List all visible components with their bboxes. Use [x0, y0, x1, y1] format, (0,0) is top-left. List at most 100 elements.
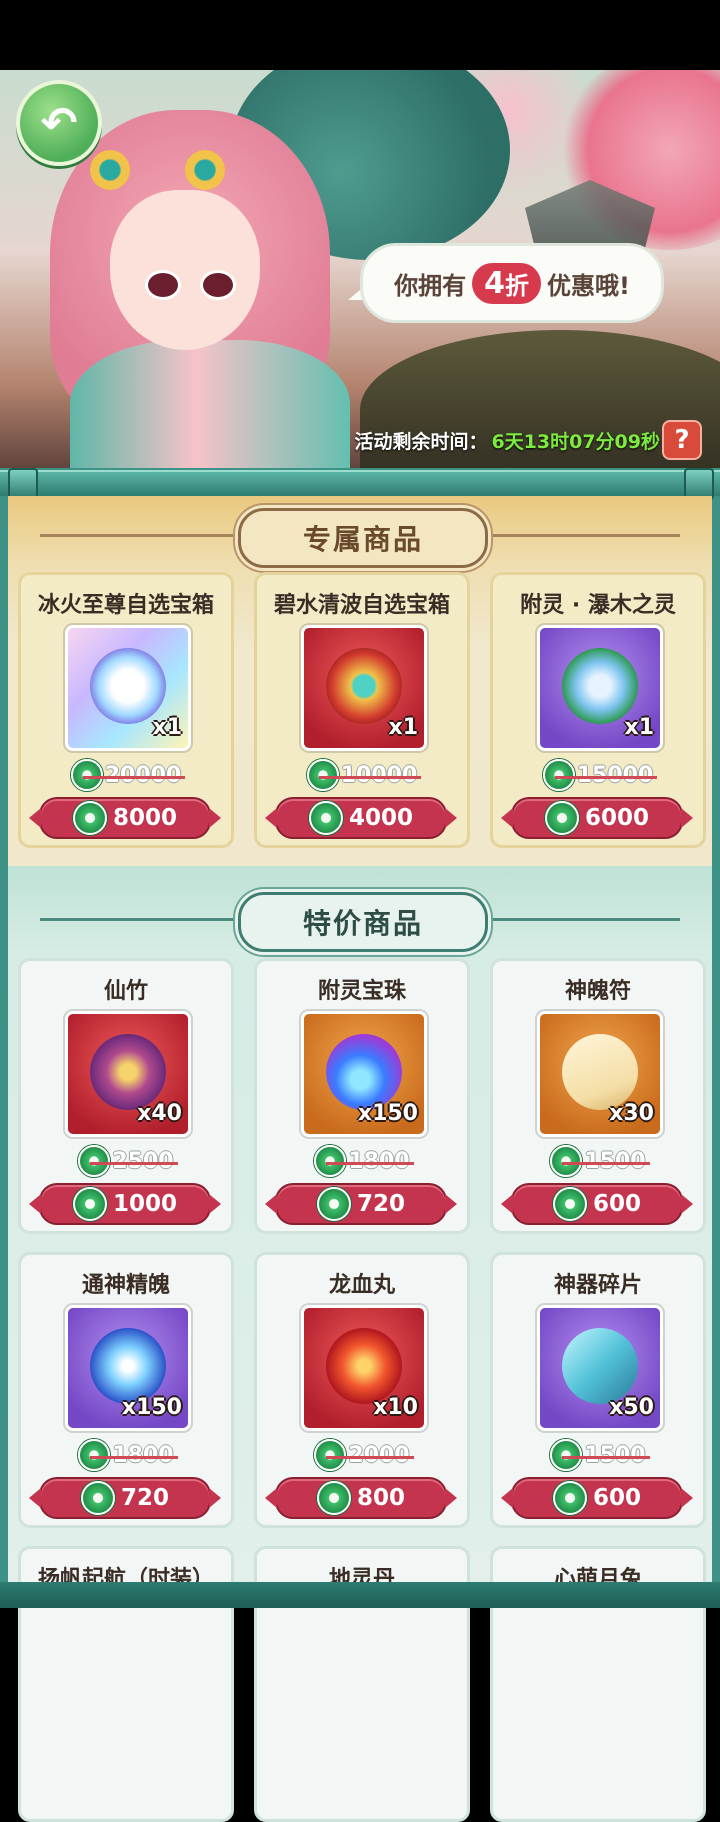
- exclusive-section-title: 专属商品: [238, 508, 488, 568]
- product-name: 附灵 · 瀑木之灵: [520, 593, 676, 618]
- product-name: 神器碎片: [553, 1273, 642, 1298]
- original-price: 1800: [257, 1145, 467, 1177]
- product-quantity: x40: [137, 1101, 182, 1126]
- product-icon-frame[interactable]: x40: [65, 1011, 191, 1137]
- product-card[interactable]: 附灵 · 瀑木之灵 x1 15000 6000: [490, 572, 706, 848]
- wood-spirit-icon: [562, 648, 638, 724]
- original-price-value: 1800: [326, 1148, 414, 1174]
- blue-soul-orb-icon: [90, 1328, 166, 1404]
- original-price: 1800: [21, 1439, 231, 1471]
- product-card[interactable]: 仙竹 x40 2500 1000: [18, 958, 234, 1234]
- hair-ornament-icon: [90, 150, 130, 190]
- buy-button[interactable]: 720: [265, 1183, 457, 1225]
- product-icon-frame[interactable]: x1: [301, 625, 427, 751]
- frame-bottom-bar: [0, 1582, 720, 1608]
- product-name: 龙血丸: [328, 1273, 395, 1298]
- talisman-scroll-icon: [562, 1034, 638, 1110]
- buy-button[interactable]: 8000: [29, 797, 221, 839]
- section-divider: [480, 534, 680, 537]
- original-price-value: 20000: [82, 762, 185, 788]
- original-price-value: 1800: [90, 1442, 178, 1468]
- product-icon-frame[interactable]: x50: [537, 1305, 663, 1431]
- product-icon-frame[interactable]: x1: [65, 625, 191, 751]
- discount-unit: 折: [504, 271, 529, 300]
- price-value: 600: [592, 1191, 641, 1217]
- jade-currency-icon: [72, 801, 107, 835]
- product-card[interactable]: 附灵宝珠 x150 1800 720: [254, 958, 470, 1234]
- event-timer: 活动剩余时间： 6天13时07分09秒: [330, 425, 660, 455]
- original-price: 1500: [493, 1439, 703, 1471]
- product-card[interactable]: 龙血丸 x10 2000 800: [254, 1252, 470, 1528]
- product-name: 神魄符: [564, 979, 631, 1004]
- product-name: 附灵宝珠: [317, 979, 406, 1004]
- section-divider: [480, 918, 680, 921]
- buy-button[interactable]: 800: [265, 1477, 457, 1519]
- product-card[interactable]: 冰火至尊自选宝箱 x1 20000 8000: [18, 572, 234, 848]
- jade-currency-icon: [544, 801, 579, 835]
- original-price: 20000: [21, 759, 231, 791]
- price-value: 8000: [112, 805, 177, 831]
- product-card[interactable]: 通神精魄 x150 1800 720: [18, 1252, 234, 1528]
- back-arrow-icon: ↶: [40, 97, 78, 149]
- timer-label: 活动剩余时间：: [354, 430, 488, 453]
- original-price: 2000: [257, 1439, 467, 1471]
- product-quantity: x1: [152, 715, 183, 740]
- jade-currency-icon: [316, 1187, 351, 1221]
- dragon-blood-pill-icon: [326, 1328, 402, 1404]
- original-price: 15000: [493, 759, 703, 791]
- product-quantity: x30: [609, 1101, 654, 1126]
- price-value: 800: [356, 1485, 405, 1511]
- product-quantity: x50: [609, 1395, 654, 1420]
- buy-button[interactable]: 600: [501, 1477, 693, 1519]
- product-icon-frame[interactable]: x10: [301, 1305, 427, 1431]
- character-eye: [145, 270, 181, 300]
- original-price: 2500: [21, 1145, 231, 1177]
- jade-currency-icon: [72, 1187, 107, 1221]
- buy-button[interactable]: 6000: [501, 797, 693, 839]
- product-quantity: x150: [357, 1101, 418, 1126]
- silver-chest-icon: [90, 648, 166, 724]
- product-name: 通神精魄: [81, 1273, 170, 1298]
- price-value: 720: [120, 1485, 169, 1511]
- original-price-value: 1500: [562, 1148, 650, 1174]
- buy-button[interactable]: 600: [501, 1183, 693, 1225]
- hair-ornament-icon: [185, 150, 225, 190]
- discount-number: 4: [484, 265, 505, 301]
- price-value: 600: [592, 1485, 641, 1511]
- back-button[interactable]: ↶: [16, 80, 102, 166]
- product-icon-frame[interactable]: x30: [537, 1011, 663, 1137]
- product-card[interactable]: 碧水清波自选宝箱 x1 10000 4000: [254, 572, 470, 848]
- product-name: 冰火至尊自选宝箱: [37, 593, 214, 618]
- product-card[interactable]: 神魄符 x30 1500 600: [490, 958, 706, 1234]
- jade-currency-icon: [316, 1481, 351, 1515]
- product-name: 碧水清波自选宝箱: [273, 593, 450, 618]
- buy-button[interactable]: 720: [29, 1477, 221, 1519]
- bubble-prefix: 你拥有: [394, 271, 467, 300]
- discount-badge: 4 折: [472, 262, 541, 304]
- character-eye: [200, 270, 236, 300]
- price-value: 4000: [348, 805, 413, 831]
- product-icon-frame[interactable]: x150: [65, 1305, 191, 1431]
- character-robe: [70, 340, 350, 475]
- buy-button[interactable]: 1000: [29, 1183, 221, 1225]
- original-price: 1500: [493, 1145, 703, 1177]
- product-name: 仙竹: [103, 979, 148, 1004]
- bubble-suffix: 优惠哦!: [546, 271, 630, 300]
- original-price: 10000: [257, 759, 467, 791]
- buy-button[interactable]: 4000: [265, 797, 457, 839]
- frame-top-bar: [0, 470, 720, 496]
- jade-currency-icon: [80, 1481, 115, 1515]
- special-section-title: 特价商品: [238, 892, 488, 952]
- help-button[interactable]: ?: [662, 420, 702, 460]
- product-card[interactable]: 神器碎片 x50 1500 600: [490, 1252, 706, 1528]
- jade-currency-icon: [552, 1187, 587, 1221]
- product-icon-frame[interactable]: x150: [301, 1011, 427, 1137]
- product-quantity: x1: [388, 715, 419, 740]
- product-icon-frame[interactable]: x1: [537, 625, 663, 751]
- discount-speech-bubble: 你拥有 4 折 优惠哦!: [360, 243, 664, 323]
- timer-value: 6天13时07分09秒: [491, 430, 660, 453]
- original-price-value: 1500: [562, 1442, 650, 1468]
- price-value: 1000: [112, 1191, 177, 1217]
- crystal-shard-icon: [562, 1328, 638, 1404]
- price-value: 720: [356, 1191, 405, 1217]
